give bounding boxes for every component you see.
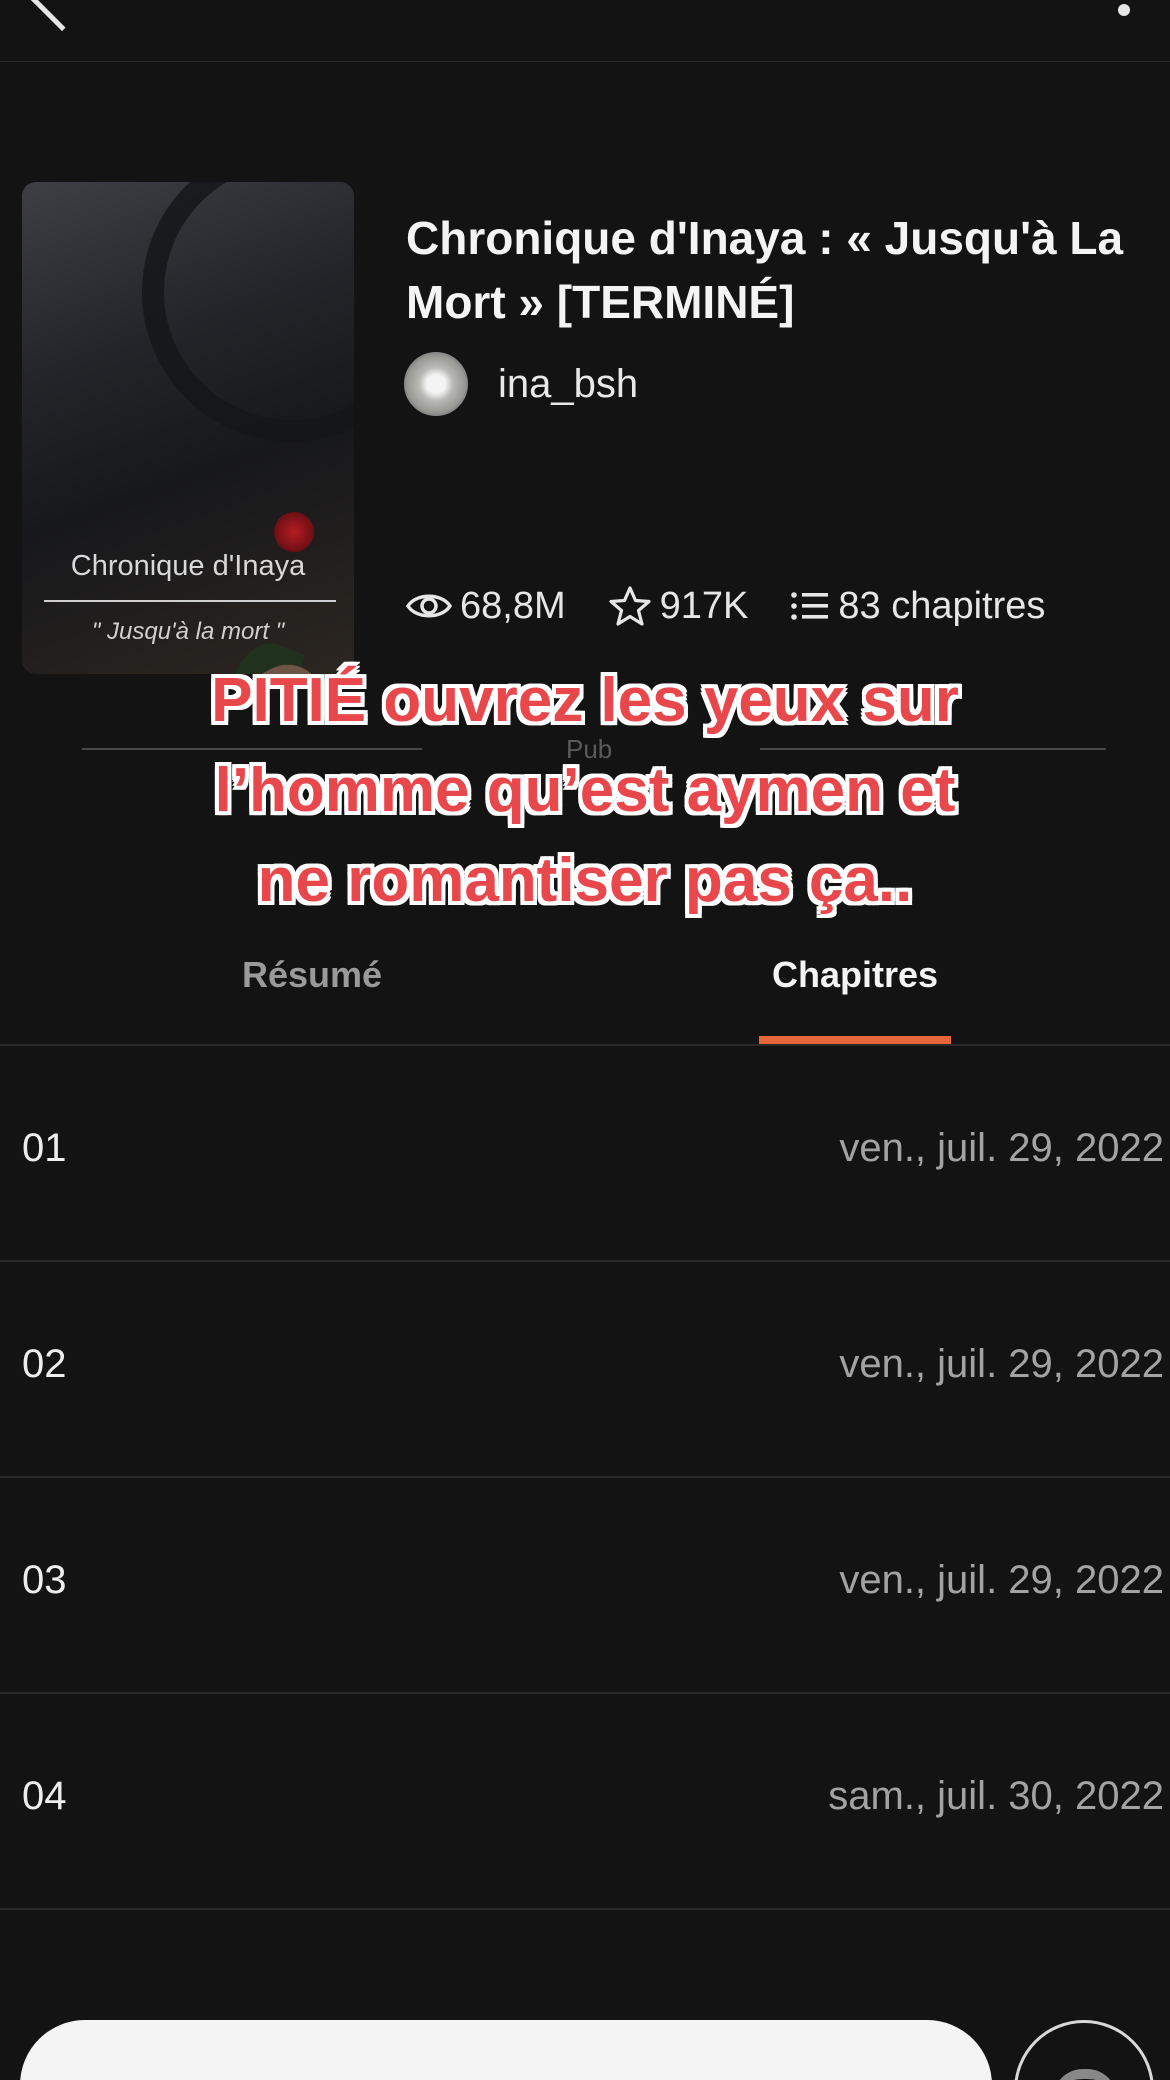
cover-rose xyxy=(274,512,314,552)
views-count: 68,8M xyxy=(460,584,566,627)
chapters-stat: 83 chapitres xyxy=(790,585,1045,628)
views-stat: 68,8M xyxy=(406,585,566,628)
story-cover[interactable]: Chronique d'Inaya " Jusqu'à la mort " xyxy=(22,182,354,674)
more-options-icon[interactable] xyxy=(1118,4,1130,16)
list-icon xyxy=(791,592,829,620)
cover-title: Chronique d'Inaya xyxy=(70,550,306,582)
story-stats: 68,8M 917K 83 chapitres xyxy=(406,578,1087,634)
chapter-date: ven., juil. 29, 2022 xyxy=(839,1126,1164,1170)
top-bar xyxy=(0,0,1170,62)
story-tabs: Résumé Chapitres xyxy=(0,954,1170,1046)
chapter-date: ven., juil. 29, 2022 xyxy=(839,1342,1164,1386)
eye-icon xyxy=(406,594,452,618)
caption-line: l’homme qu’est aymen et xyxy=(214,756,956,825)
chapter-number: 04 xyxy=(22,1774,67,1818)
star-icon xyxy=(609,586,651,626)
votes-count: 917K xyxy=(659,584,749,627)
chapters-count: 83 chapitres xyxy=(838,584,1046,627)
cover-steering-wheel xyxy=(142,182,354,442)
votes-stat: 917K xyxy=(608,584,749,628)
chapter-number: 01 xyxy=(22,1126,67,1170)
chapter-list: 01 ven., juil. 29, 2022 02 ven., juil. 2… xyxy=(0,1046,1170,1910)
caption-line: ne romantiser pas ça.. xyxy=(257,846,913,915)
chapter-row[interactable]: 04 sam., juil. 30, 2022 xyxy=(0,1694,1170,1910)
cover-divider xyxy=(44,600,336,602)
start-reading-button[interactable] xyxy=(20,2020,992,2080)
chapter-date: sam., juil. 30, 2022 xyxy=(828,1774,1164,1818)
back-chevron-icon[interactable] xyxy=(30,0,94,32)
caption-line: PITIÉ ouvrez les yeux sur xyxy=(211,666,959,735)
active-tab-indicator xyxy=(759,1036,952,1044)
tab-summary-label: Résumé xyxy=(242,954,383,995)
chapter-number: 02 xyxy=(22,1342,67,1386)
chapter-number: 03 xyxy=(22,1558,67,1602)
chapter-row[interactable]: 02 ven., juil. 29, 2022 xyxy=(0,1262,1170,1478)
video-caption-overlay: PITIÉ ouvrez les yeux sur l’homme qu’est… xyxy=(0,656,1170,926)
chapter-row[interactable]: 01 ven., juil. 29, 2022 xyxy=(0,1046,1170,1262)
add-to-library-button[interactable] xyxy=(1014,2020,1154,2080)
add-to-library-icon xyxy=(1053,2069,1117,2080)
chapter-date: ven., juil. 29, 2022 xyxy=(839,1558,1164,1602)
story-title: Chronique d'Inaya : « Jusqu'à La Mort » … xyxy=(406,212,1124,328)
author-avatar xyxy=(404,352,468,416)
tab-chapters-label: Chapitres xyxy=(772,954,939,995)
cover-subtitle: " Jusqu'à la mort " xyxy=(91,618,285,645)
tab-chapters[interactable]: Chapitres xyxy=(759,954,952,1046)
author-name: ina_bsh xyxy=(498,361,639,406)
chapter-row[interactable]: 03 ven., juil. 29, 2022 xyxy=(0,1478,1170,1694)
author-link[interactable]: ina_bsh xyxy=(404,352,638,416)
tab-summary[interactable]: Résumé xyxy=(242,954,382,1046)
